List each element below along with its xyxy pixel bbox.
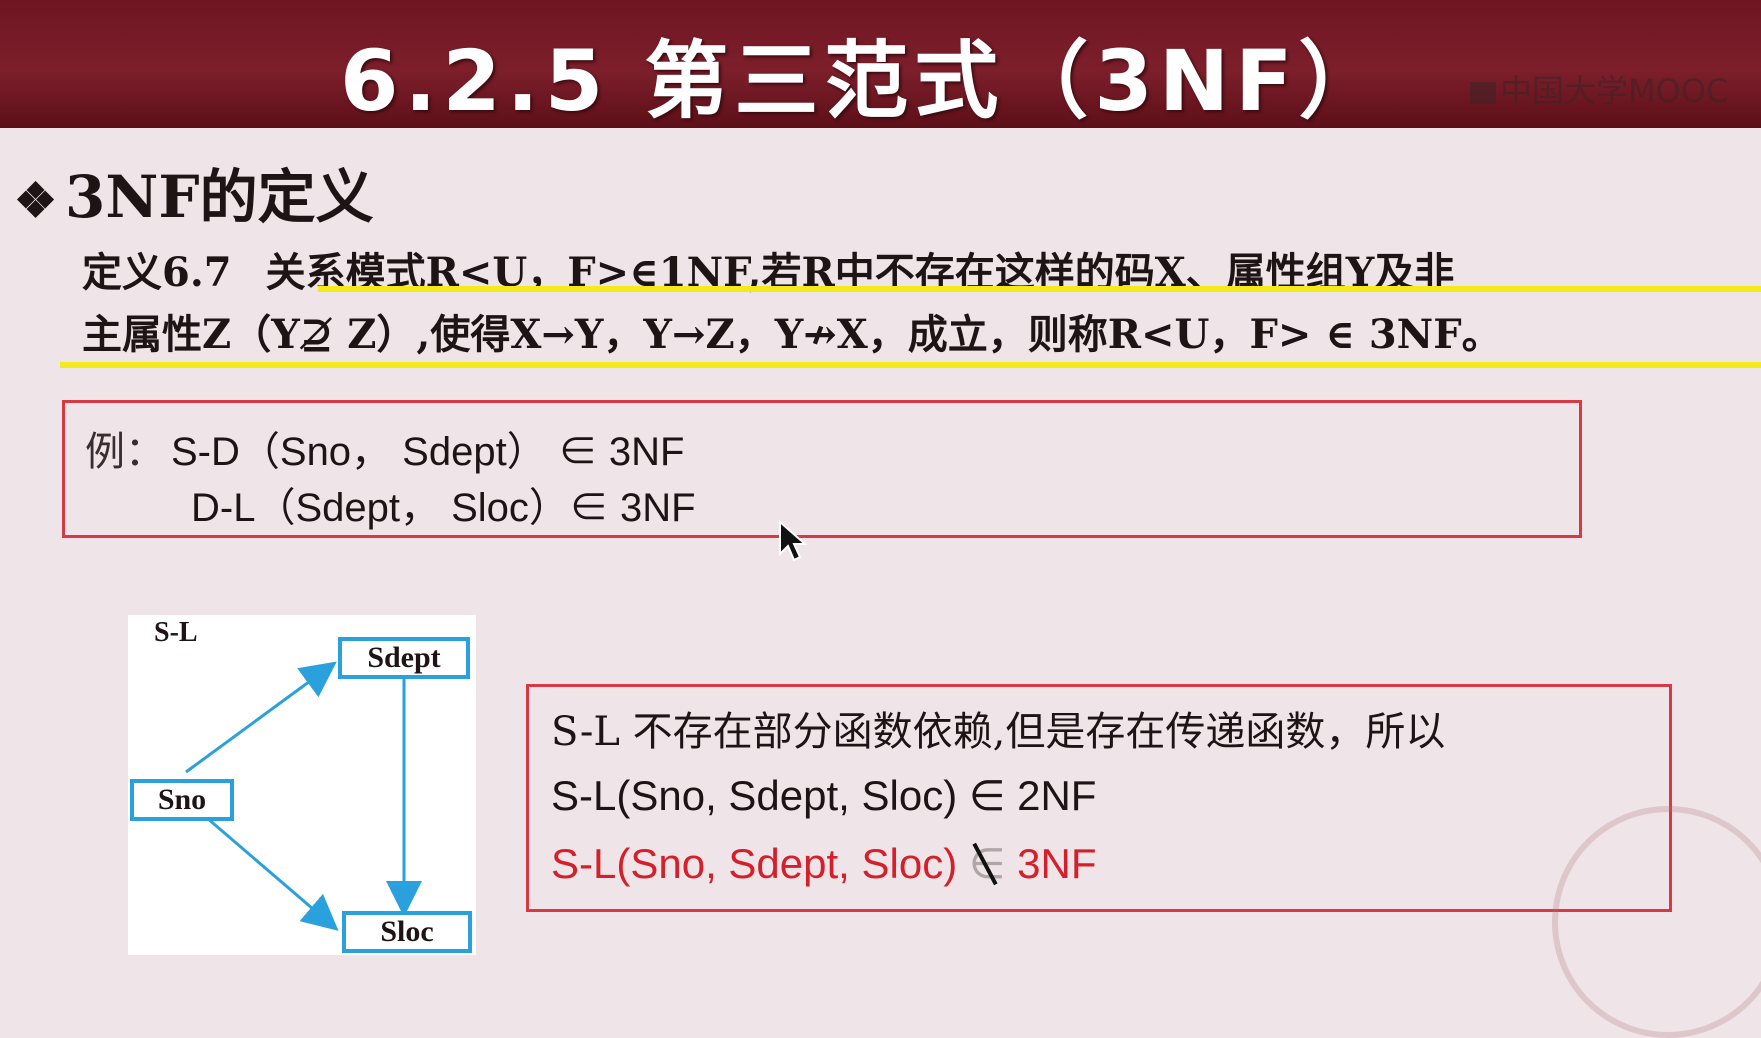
definition-line-2: 主属性Z（Y⊉ Z）,使得X→Y，Y→Z，Y↛X，成立，则称R<U，F> ∈ 3… [82, 302, 1502, 360]
example-box: 例： S-D（Sno， Sdept） ∈ 3NF D-L（Sdept， Sloc）… [62, 400, 1582, 538]
explanation-line-3: S-L(Sno, Sdept, Sloc) ∈ 3NF [551, 839, 1096, 888]
edge-sno-sdept [185, 661, 337, 774]
node-sdept: Sdept [338, 637, 470, 679]
example-line-1: 例： S-D（Sno， Sdept） ∈ 3NF [85, 419, 685, 477]
diamond-bullet-icon: ❖ [14, 173, 58, 229]
university-seal-icon [1552, 806, 1761, 1038]
definition-text-2: 主属性Z（Y⊉ Z）,使得X→Y，Y→Z，Y↛X，成立，则称R<U，F> ∈ 3… [82, 311, 1502, 358]
explanation-line-3-suffix: 3NF [1005, 840, 1097, 887]
dependency-diagram: S-L Sdept Sno Sloc [128, 615, 476, 955]
mouse-pointer-icon [779, 520, 808, 562]
section-heading-text: 3NF的定义 [65, 163, 374, 231]
mooc-logo-icon [1470, 82, 1496, 104]
node-sloc: Sloc [342, 911, 472, 953]
explanation-line-1: S-L 不存在部分函数依赖,但是存在传递函数，所以 [551, 709, 1446, 755]
explanation-line-2: S-L(Sno, Sdept, Sloc) ∈ 2NF [551, 772, 1097, 819]
slide-title: 6.2.5 第三范式（3NF） [340, 32, 1389, 130]
explanation-box: S-L 不存在部分函数依赖,但是存在传递函数，所以 S-L(Sno, Sdept… [526, 684, 1672, 912]
example-text-1: S-D（Sno， Sdept） ∈ 3NF [171, 430, 685, 474]
brand-watermark: 中国大学MOOC [1470, 66, 1728, 112]
highlight-underline-2 [60, 362, 1761, 368]
not-in-symbol: ∈ [969, 839, 1006, 888]
node-sno: Sno [130, 779, 234, 821]
title-banner: 6.2.5 第三范式（3NF） 中国大学MOOC [0, 0, 1761, 130]
definition-label: 定义6.7 [82, 249, 232, 296]
highlight-underline-1 [318, 286, 1761, 292]
explanation-line-3-prefix: S-L(Sno, Sdept, Sloc) [551, 840, 969, 887]
example-label: 例： [85, 429, 165, 475]
section-heading: ❖ 3NF的定义 [14, 150, 374, 234]
brand-text: 中国大学MOOC [1500, 72, 1729, 110]
example-line-2: D-L（Sdept， Sloc）∈ 3NF [191, 486, 696, 530]
